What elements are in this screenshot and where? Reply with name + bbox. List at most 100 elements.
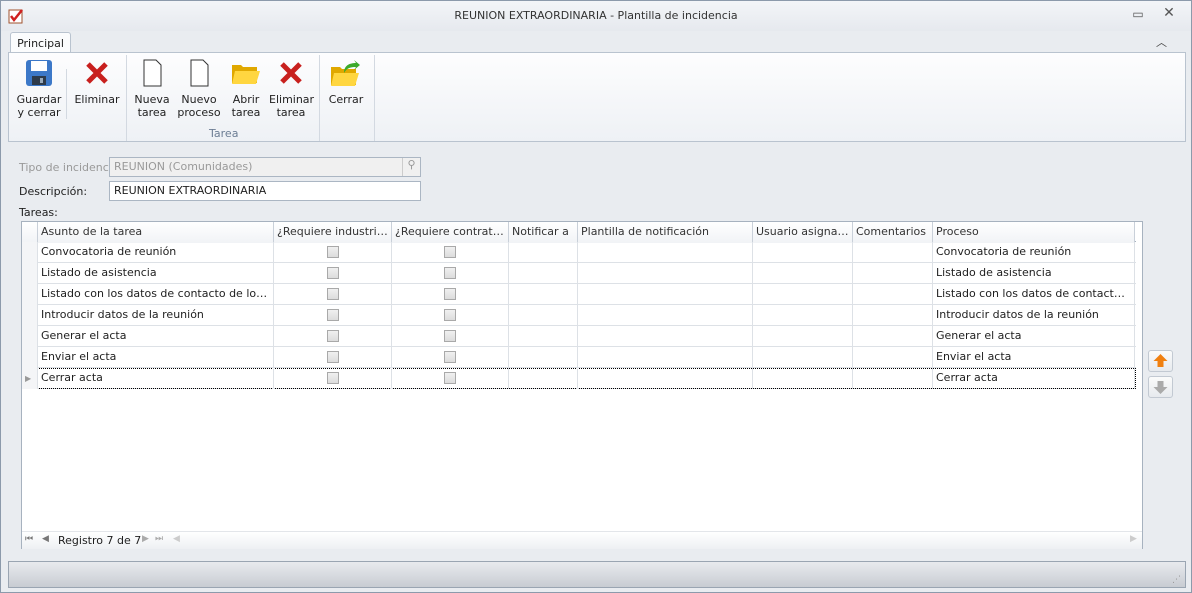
asunto-cell[interactable]: Enviar el acta: [38, 347, 274, 368]
column-header[interactable]: Plantilla de notificación: [578, 222, 753, 243]
checkbox[interactable]: [444, 246, 456, 258]
asunto-cell[interactable]: Convocatoria de reunión: [38, 242, 274, 263]
row-indicator[interactable]: [22, 305, 38, 326]
notificar-cell[interactable]: [509, 326, 578, 347]
proceso-cell[interactable]: Enviar el acta: [933, 347, 1135, 368]
notificar-cell[interactable]: [509, 347, 578, 368]
checkbox[interactable]: [326, 372, 339, 384]
comentarios-cell[interactable]: [853, 242, 933, 263]
usuario-cell[interactable]: [753, 242, 853, 263]
usuario-cell[interactable]: [753, 305, 853, 326]
usuario-cell[interactable]: [753, 284, 853, 305]
eliminar-tarea-button[interactable]: Eliminar tarea: [269, 59, 314, 119]
abrir-tarea-button[interactable]: Abrir tarea: [226, 59, 266, 119]
checkbox[interactable]: [326, 351, 339, 363]
checkbox[interactable]: [444, 288, 456, 300]
column-header[interactable]: Usuario asignado: [753, 222, 853, 243]
comentarios-cell[interactable]: [853, 368, 933, 389]
notificar-cell[interactable]: [509, 368, 578, 389]
plantilla-cell[interactable]: [578, 242, 753, 263]
plantilla-cell[interactable]: [578, 347, 753, 368]
row-indicator[interactable]: [22, 242, 38, 263]
table-row[interactable]: Listado de asistencia Listado de asistenc…: [22, 263, 1136, 284]
table-row[interactable]: Introducir datos de la reunión Introducir…: [22, 305, 1136, 326]
asunto-cell[interactable]: Introducir datos de la reunión: [38, 305, 274, 326]
notificar-cell[interactable]: [509, 263, 578, 284]
scroll-left-button[interactable]: ◀: [173, 534, 180, 544]
checkbox[interactable]: [444, 372, 456, 384]
table-row[interactable]: Generar el acta Generar el acta: [22, 326, 1136, 347]
checkbox[interactable]: [444, 267, 456, 279]
column-header[interactable]: ¿Requiere contrato?: [392, 222, 509, 243]
proceso-cell[interactable]: Listado de asistencia: [933, 263, 1135, 284]
row-indicator[interactable]: [22, 263, 38, 284]
search-icon[interactable]: ⚲: [402, 158, 420, 176]
tab-principal[interactable]: Principal: [10, 32, 71, 54]
checkbox[interactable]: [326, 288, 339, 300]
proceso-cell[interactable]: Listado con los datos de contacto de lo.…: [933, 284, 1135, 305]
tipo-incidencia-field[interactable]: REUNION (Comunidades) ⚲: [109, 157, 421, 177]
notificar-cell[interactable]: [509, 242, 578, 263]
asunto-cell[interactable]: Listado con los datos de contacto de los…: [38, 284, 274, 305]
checkbox[interactable]: [444, 330, 456, 342]
usuario-cell[interactable]: [753, 368, 853, 389]
resize-grip-icon[interactable]: ⋰: [1172, 575, 1181, 585]
column-header[interactable]: Notificar a: [509, 222, 578, 243]
row-indicator[interactable]: [22, 326, 38, 347]
checkbox[interactable]: [326, 267, 339, 279]
prev-record-button[interactable]: ◀: [42, 534, 49, 544]
plantilla-cell[interactable]: [578, 284, 753, 305]
scroll-right-button[interactable]: ▶: [1130, 534, 1137, 544]
table-row[interactable]: Listado con los datos de contacto de los…: [22, 284, 1136, 305]
table-row[interactable]: Enviar el acta Enviar el acta: [22, 347, 1136, 368]
proceso-cell[interactable]: Cerrar acta: [933, 368, 1135, 389]
column-header[interactable]: Asunto de la tarea: [38, 222, 274, 243]
row-indicator[interactable]: [22, 284, 38, 305]
comentarios-cell[interactable]: [853, 284, 933, 305]
usuario-cell[interactable]: [753, 263, 853, 284]
comentarios-cell[interactable]: [853, 305, 933, 326]
checkbox[interactable]: [326, 330, 339, 342]
cerrar-button[interactable]: Cerrar: [326, 59, 366, 106]
column-header[interactable]: ¿Requiere industrial?: [274, 222, 392, 243]
eliminar-button[interactable]: Eliminar: [73, 59, 121, 106]
plantilla-cell[interactable]: [578, 305, 753, 326]
collapse-ribbon-icon[interactable]: ︿: [1156, 34, 1167, 50]
comentarios-cell[interactable]: [853, 347, 933, 368]
comentarios-cell[interactable]: [853, 263, 933, 284]
guardar-y-cerrar-button[interactable]: Guardar y cerrar: [15, 59, 63, 119]
notificar-cell[interactable]: [509, 284, 578, 305]
proceso-cell[interactable]: Convocatoria de reunión: [933, 242, 1135, 263]
asunto-cell[interactable]: Cerrar acta: [38, 368, 274, 389]
checkbox[interactable]: [326, 246, 339, 258]
column-header[interactable]: Proceso: [933, 222, 1135, 243]
proceso-cell[interactable]: Generar el acta: [933, 326, 1135, 347]
nueva-tarea-button[interactable]: Nueva tarea: [132, 59, 172, 119]
checkbox[interactable]: [444, 351, 456, 363]
proceso-cell[interactable]: Introducir datos de la reunión: [933, 305, 1135, 326]
last-record-button[interactable]: ⏭: [155, 534, 163, 544]
notificar-cell[interactable]: [509, 305, 578, 326]
comentarios-cell[interactable]: [853, 326, 933, 347]
first-record-button[interactable]: ⏮: [25, 534, 33, 544]
asunto-cell[interactable]: Generar el acta: [38, 326, 274, 347]
usuario-cell[interactable]: [753, 347, 853, 368]
checkbox[interactable]: [326, 309, 339, 321]
asunto-cell[interactable]: Listado de asistencia: [38, 263, 274, 284]
maximize-button[interactable]: [1129, 6, 1149, 24]
close-button[interactable]: ✕: [1159, 5, 1179, 23]
column-header[interactable]: Comentarios: [853, 222, 933, 243]
table-row[interactable]: Convocatoria de reunión Convocatoria de r…: [22, 242, 1136, 263]
checkbox[interactable]: [444, 309, 456, 321]
move-up-button[interactable]: [1148, 350, 1173, 372]
descripcion-input[interactable]: REUNION EXTRAORDINARIA: [109, 181, 421, 201]
plantilla-cell[interactable]: [578, 368, 753, 389]
next-record-button[interactable]: ▶: [142, 534, 149, 544]
nuevo-proceso-button[interactable]: Nuevo proceso: [177, 59, 221, 119]
plantilla-cell[interactable]: [578, 263, 753, 284]
move-down-button[interactable]: [1148, 376, 1173, 398]
row-indicator[interactable]: [22, 347, 38, 368]
row-indicator[interactable]: ▶: [22, 368, 38, 389]
usuario-cell[interactable]: [753, 326, 853, 347]
table-row[interactable]: ▶ Cerrar acta Cerrar acta: [22, 368, 1136, 389]
